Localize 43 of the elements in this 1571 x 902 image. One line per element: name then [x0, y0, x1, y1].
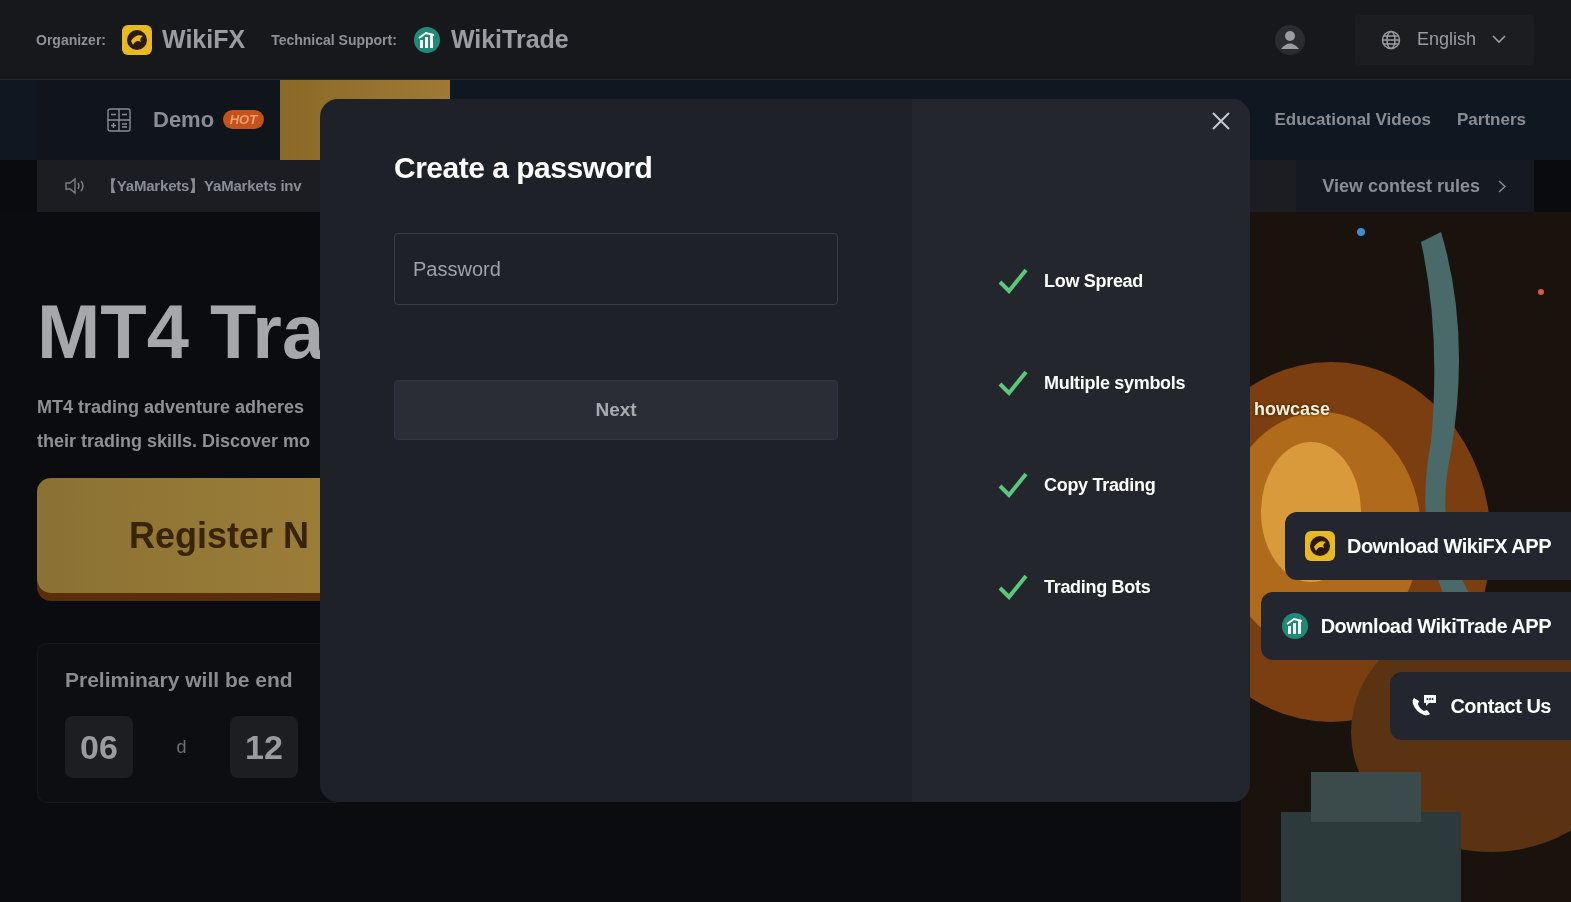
check-icon	[998, 267, 1028, 295]
contest-rules-link[interactable]: View contest rules	[1296, 160, 1534, 212]
check-icon	[998, 369, 1028, 397]
countdown-label: Preliminary will be end	[65, 668, 294, 692]
feature-label: Low Spread	[1044, 270, 1143, 292]
bar-chart-logo-icon	[1280, 612, 1309, 640]
chevron-right-icon	[1498, 179, 1506, 193]
countdown-value: 12	[230, 716, 298, 778]
hero-description: MT4 trading adventure adheres their trading skills. Discover mo	[37, 396, 312, 453]
demo-tab[interactable]: Demo HOT	[37, 80, 281, 160]
eagle-logo-icon	[122, 24, 152, 55]
globe-icon	[1380, 29, 1401, 50]
bar-chart-logo-icon	[412, 25, 441, 54]
support-label: Technical Support:	[271, 31, 397, 48]
feature-label: Trading Bots	[1044, 576, 1151, 598]
eagle-logo-icon	[1304, 531, 1335, 561]
countdown-unit: d	[175, 736, 188, 758]
hot-badge: HOT	[222, 110, 265, 129]
phone-chat-icon	[1410, 694, 1439, 718]
contact-button[interactable]: Contact Us	[1390, 672, 1571, 740]
dialog-title: Create a password	[394, 151, 654, 185]
check-icon	[998, 573, 1028, 601]
brand-name[interactable]: WikiTrade	[450, 25, 569, 54]
download-button[interactable]: Download WikiFX APP	[1284, 512, 1571, 580]
calculator-icon	[107, 108, 131, 132]
password-field[interactable]: Password	[394, 233, 838, 305]
user-avatar-icon[interactable]	[1274, 24, 1305, 55]
feature-label: Copy Trading	[1044, 474, 1156, 496]
language-selector[interactable]: English	[1354, 14, 1534, 65]
showcase-text: howcase	[1254, 399, 1331, 420]
organizer-label: Organizer:	[36, 31, 106, 48]
countdown-value: 06	[65, 716, 133, 778]
download-button[interactable]: Download WikiTrade APP	[1260, 592, 1571, 660]
close-icon[interactable]	[1211, 111, 1231, 131]
announcement-text: 【YaMarkets】YaMarkets inv	[102, 176, 302, 196]
feature-label: Multiple symbols	[1044, 372, 1186, 394]
nav-link[interactable]: Educational Videos	[1274, 110, 1431, 130]
next-button[interactable]: Next	[394, 380, 838, 440]
hero-title: MT4 Tra	[37, 292, 326, 372]
nav-link[interactable]: Partners	[1457, 110, 1526, 130]
chevron-down-icon	[1492, 35, 1506, 44]
brand-name[interactable]: WikiFX	[162, 25, 246, 54]
check-icon	[998, 471, 1028, 499]
